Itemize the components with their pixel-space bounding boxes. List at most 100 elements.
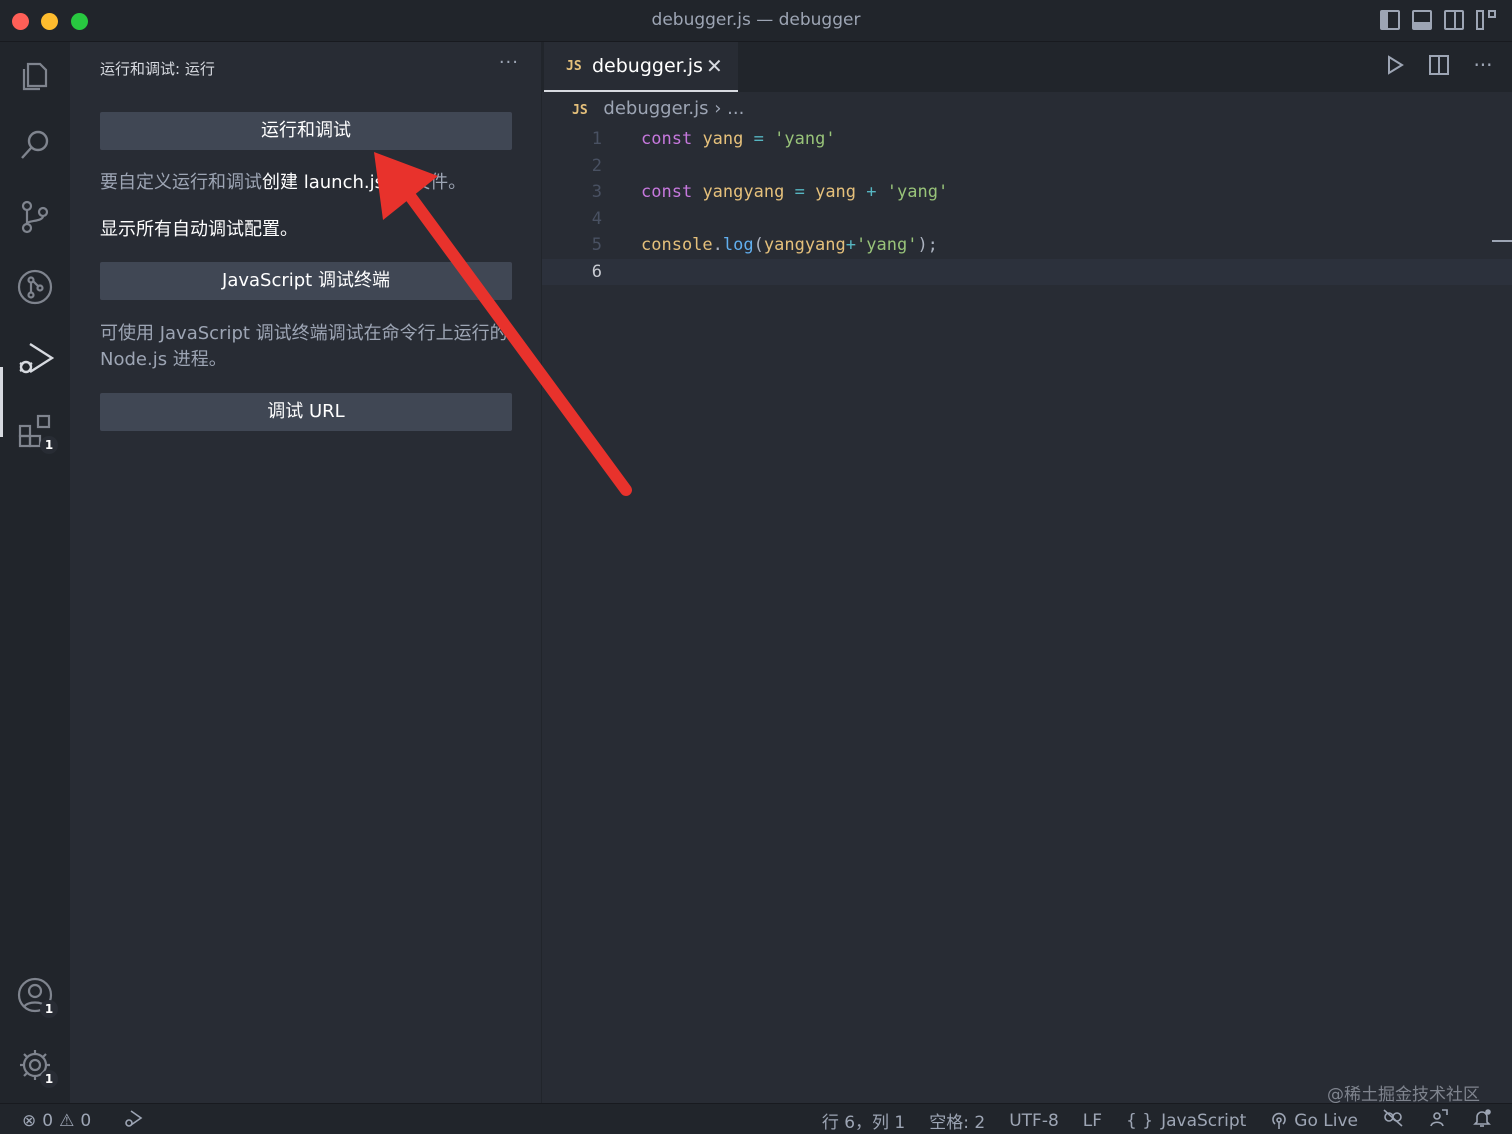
- line-content: const yangyang = yang + 'yang': [641, 179, 948, 206]
- code-line[interactable]: 3 const yangyang = yang + 'yang': [542, 179, 1512, 206]
- create-launch-link-text: 创建 launch: [262, 172, 364, 193]
- toggle-secondary-sidebar-icon[interactable]: [1444, 10, 1464, 30]
- code-token: console: [641, 235, 713, 255]
- debug-status-icon[interactable]: [123, 1108, 143, 1133]
- window-title: debugger.js — debugger: [651, 10, 861, 30]
- run-and-debug-button[interactable]: 运行和调试: [100, 112, 512, 150]
- js-file-icon: JS: [566, 59, 582, 74]
- breadcrumb-file[interactable]: debugger.js: [603, 98, 708, 119]
- code-token: yangyang: [702, 182, 785, 202]
- tab-bar: JS debugger.js ✕ ···: [542, 42, 1512, 92]
- error-icon: ⊗: [22, 1110, 37, 1131]
- view-title: 运行和调试: 运行: [100, 60, 215, 78]
- line-number: 3: [591, 182, 602, 202]
- create-launch-json-link[interactable]: 创建 launch.json: [262, 172, 406, 193]
- code-token: log: [722, 235, 754, 255]
- problems-indicator[interactable]: ⊗ 0 ⚠ 0: [22, 1111, 91, 1131]
- status-bar: ⊗ 0 ⚠ 0 行 6，列 1 空格: 2 UTF-8 LF { } JavaSc…: [0, 1103, 1512, 1134]
- breadcrumb: JS debugger.js › ...: [572, 98, 744, 119]
- more-actions-icon[interactable]: ···: [1472, 54, 1494, 76]
- code-line[interactable]: 4: [542, 206, 1512, 233]
- search-icon[interactable]: [16, 126, 54, 164]
- more-actions-icon[interactable]: ···: [499, 52, 519, 73]
- encoding[interactable]: UTF-8: [1009, 1111, 1059, 1131]
- line-number: 6: [591, 261, 602, 282]
- split-editor-icon[interactable]: [1428, 54, 1450, 76]
- code-token: const: [641, 182, 693, 202]
- show-all-configs-link[interactable]: 显示所有自动调试配置。: [100, 217, 512, 243]
- gear-icon[interactable]: 1: [16, 1046, 58, 1088]
- code-token: 'yang': [774, 129, 836, 149]
- customize-suffix: 文件。: [406, 172, 467, 193]
- broadcast-icon: [1272, 1112, 1287, 1129]
- title-bar: debugger.js — debugger: [0, 0, 1512, 42]
- close-icon[interactable]: ✕: [706, 54, 723, 78]
- language-mode[interactable]: { } JavaScript: [1126, 1111, 1246, 1131]
- breadcrumb-symbol[interactable]: ...: [727, 98, 744, 119]
- end-of-line[interactable]: LF: [1083, 1111, 1102, 1131]
- tab-debugger-js[interactable]: JS debugger.js ✕: [544, 42, 738, 92]
- language-label: JavaScript: [1161, 1110, 1247, 1131]
- warning-count: 0: [80, 1110, 92, 1131]
- active-indicator: [0, 367, 3, 437]
- run-debug-icon[interactable]: [16, 338, 55, 376]
- customize-layout-icon[interactable]: [1476, 10, 1496, 30]
- editor-actions: ···: [1384, 54, 1494, 76]
- go-live-label: Go Live: [1294, 1110, 1358, 1131]
- customize-prefix: 要自定义运行和调试: [100, 172, 262, 193]
- watermark: @稀土掘金技术社区: [1327, 1085, 1480, 1105]
- code-token: yang: [815, 182, 857, 202]
- code-line[interactable]: 5 console.log(yangyang+'yang');: [542, 232, 1512, 259]
- notifications-bell-icon[interactable]: [1472, 1108, 1492, 1133]
- status-left: ⊗ 0 ⚠ 0: [22, 1108, 143, 1133]
- line-number: 1: [591, 129, 602, 149]
- cursor-position[interactable]: 行 6，列 1: [822, 1108, 905, 1133]
- layout-controls: [1380, 10, 1496, 30]
- files-icon[interactable]: [16, 56, 54, 94]
- line-number: 5: [591, 235, 602, 255]
- account-badge: 1: [40, 1000, 58, 1018]
- code-line[interactable]: 1 const yang = 'yang': [542, 126, 1512, 153]
- extensions-badge: 1: [40, 436, 58, 454]
- indentation[interactable]: 空格: 2: [929, 1108, 985, 1133]
- line-number: 2: [591, 155, 602, 176]
- git-graph-icon[interactable]: [16, 268, 54, 306]
- code-token: =: [794, 182, 805, 202]
- error-count: 0: [42, 1110, 54, 1131]
- code-token: (: [753, 235, 764, 255]
- status-right: 行 6，列 1 空格: 2 UTF-8 LF { } JavaScript Go …: [822, 1108, 1492, 1133]
- code-token: +: [866, 182, 877, 202]
- run-file-icon[interactable]: [1384, 54, 1406, 76]
- code-line[interactable]: 6: [542, 258, 1512, 285]
- manage-badge: 1: [40, 1070, 58, 1088]
- editor-area: JS debugger.js ✕ ··· JS debugger.js › ..…: [542, 42, 1512, 1103]
- code-token: const: [641, 129, 693, 149]
- code-line[interactable]: 2: [542, 153, 1512, 180]
- line-content: const yang = 'yang': [641, 126, 836, 153]
- copilot-icon[interactable]: [1382, 1108, 1404, 1133]
- customize-hint: 要自定义运行和调试创建 launch.json 文件。: [100, 170, 512, 196]
- code-token: );: [917, 235, 938, 255]
- js-file-icon: JS: [572, 103, 588, 118]
- go-live-button[interactable]: Go Live: [1270, 1111, 1358, 1131]
- extensions-icon[interactable]: 1: [16, 412, 58, 454]
- toggle-primary-sidebar-icon[interactable]: [1380, 10, 1400, 30]
- overview-ruler-mark: [1492, 240, 1512, 242]
- code-editor[interactable]: 1 const yang = 'yang' 2 3 const yangyang = y…: [542, 126, 1512, 285]
- code-token: 'yang': [856, 235, 918, 255]
- account-icon[interactable]: 1: [16, 976, 58, 1018]
- js-debug-terminal-button[interactable]: JavaScript 调试终端: [100, 262, 512, 300]
- feedback-icon[interactable]: [1428, 1108, 1448, 1133]
- code-token: .: [712, 235, 723, 255]
- toggle-panel-icon[interactable]: [1412, 10, 1432, 30]
- tab-label: debugger.js: [592, 55, 703, 77]
- source-control-icon[interactable]: [16, 198, 54, 236]
- warning-icon: ⚠: [59, 1110, 75, 1131]
- debug-url-button[interactable]: 调试 URL: [100, 393, 512, 431]
